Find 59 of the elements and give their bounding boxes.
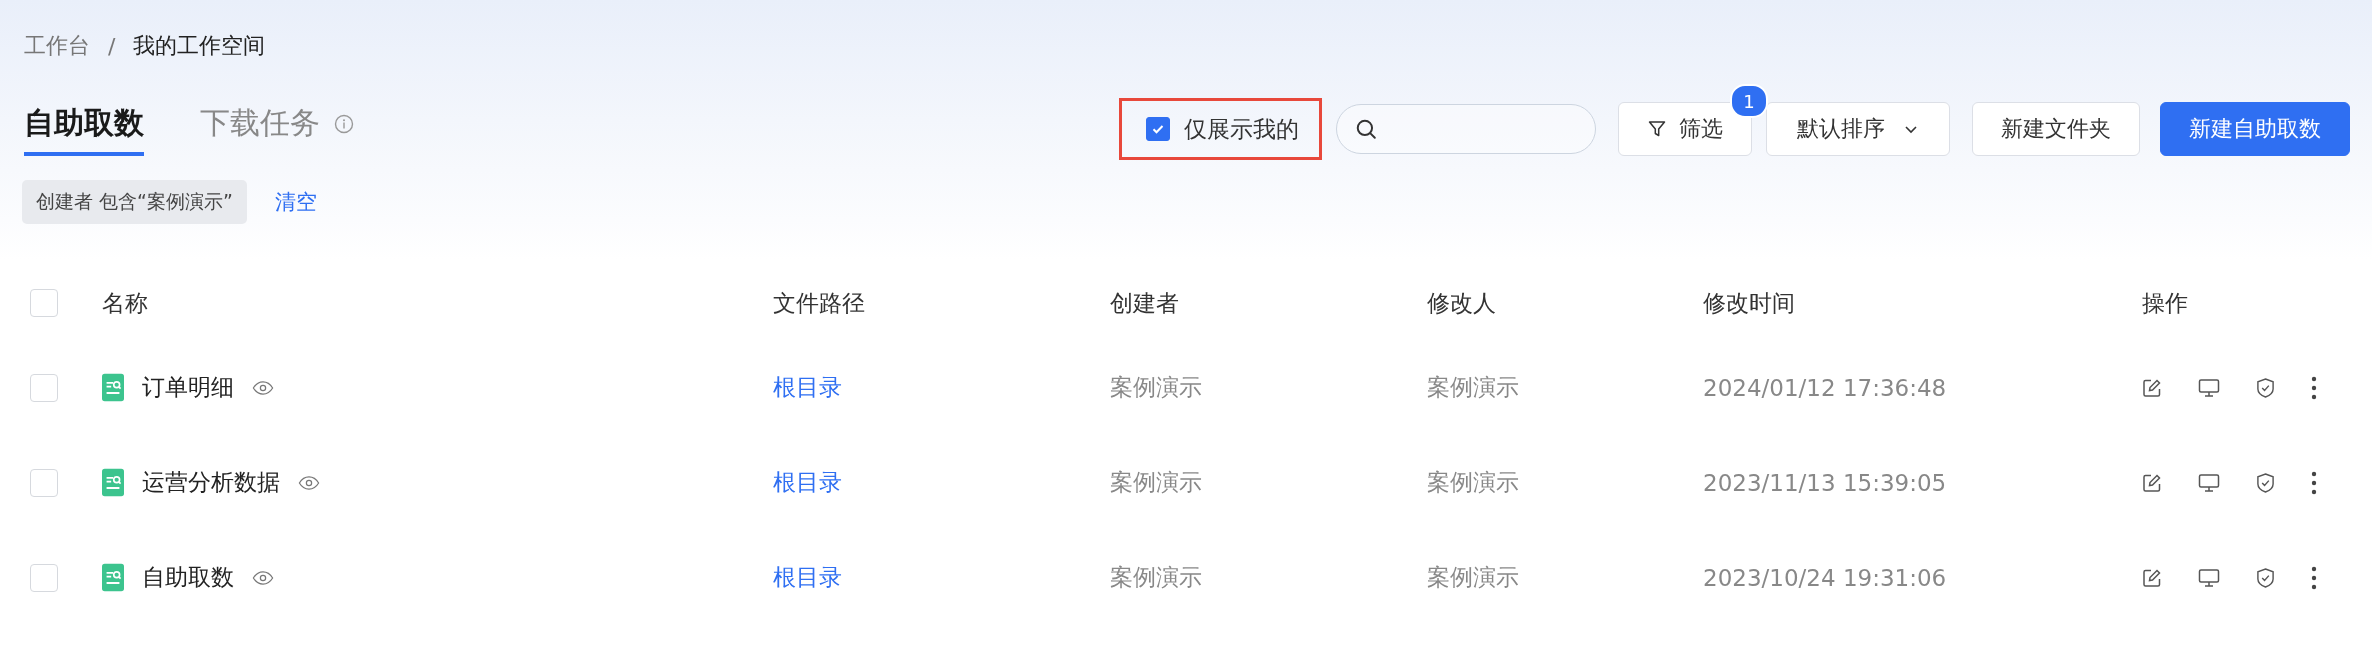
file-name[interactable]: 运营分析数据 bbox=[142, 467, 280, 498]
eye-icon[interactable] bbox=[252, 570, 274, 585]
shield-check-icon[interactable] bbox=[2256, 566, 2275, 589]
breadcrumb-separator: / bbox=[108, 33, 116, 59]
count-badge: 1 bbox=[1730, 84, 1768, 118]
more-icon[interactable] bbox=[2311, 565, 2317, 590]
table-cell: 2024/01/12 17:36:48 bbox=[1703, 374, 1947, 401]
path-link[interactable]: 根目录 bbox=[773, 469, 842, 495]
edit-icon[interactable] bbox=[2142, 567, 2162, 588]
column-header: 修改人 bbox=[1427, 289, 1496, 316]
filter-tag: 创建者 包含“案例演示” bbox=[22, 180, 247, 224]
more-icon[interactable] bbox=[2311, 470, 2317, 495]
clear-link[interactable]: 清空 bbox=[274, 188, 317, 216]
search-field[interactable] bbox=[1336, 104, 1596, 154]
eye-icon[interactable] bbox=[252, 380, 274, 395]
table-cell: 案例演示 bbox=[1110, 564, 1202, 590]
only-mine-checkbox[interactable]: 仅展示我的 bbox=[1119, 98, 1322, 160]
search-icon bbox=[1355, 118, 1377, 140]
shield-check-icon[interactable] bbox=[2256, 376, 2275, 399]
select-all-checkbox[interactable] bbox=[30, 289, 58, 317]
breadcrumb-item[interactable]: 工作台 bbox=[24, 31, 90, 61]
edit-icon[interactable] bbox=[2142, 377, 2162, 398]
path-link[interactable]: 根目录 bbox=[773, 564, 842, 590]
column-header: 创建者 bbox=[1110, 289, 1179, 316]
dataset-icon bbox=[102, 468, 124, 497]
row-checkbox[interactable] bbox=[30, 373, 58, 402]
monitor-icon[interactable] bbox=[2198, 377, 2220, 398]
info-icon[interactable] bbox=[334, 114, 354, 134]
monitor-icon[interactable] bbox=[2198, 472, 2220, 493]
more-icon[interactable] bbox=[2311, 375, 2317, 400]
eye-icon[interactable] bbox=[298, 475, 320, 490]
table-cell: 案例演示 bbox=[1427, 564, 1519, 590]
path-link[interactable]: 根目录 bbox=[773, 374, 842, 400]
table-cell: 2023/10/24 19:31:06 bbox=[1703, 564, 1947, 591]
file-name[interactable]: 订单明细 bbox=[142, 372, 234, 403]
row-checkbox[interactable] bbox=[30, 563, 58, 592]
table-cell: 2023/11/13 15:39:05 bbox=[1703, 469, 1947, 496]
dataset-icon bbox=[102, 563, 124, 592]
table-cell: 案例演示 bbox=[1427, 469, 1519, 495]
monitor-icon[interactable] bbox=[2198, 567, 2220, 588]
edit-icon[interactable] bbox=[2142, 472, 2162, 493]
column-header: 操作 bbox=[2142, 289, 2188, 316]
tab[interactable]: 自助取数 bbox=[24, 102, 144, 156]
new-folder-button[interactable]: 新建文件夹 bbox=[1972, 102, 2140, 156]
file-name[interactable]: 自助取数 bbox=[142, 562, 234, 593]
column-header: 文件路径 bbox=[773, 289, 865, 316]
table-cell: 案例演示 bbox=[1110, 469, 1202, 495]
shield-check-icon[interactable] bbox=[2256, 471, 2275, 494]
checkbox[interactable] bbox=[1146, 117, 1170, 141]
create-button[interactable]: 新建自助取数 bbox=[2160, 102, 2350, 156]
sort-dropdown[interactable]: 默认排序 bbox=[1766, 102, 1950, 156]
row-checkbox[interactable] bbox=[30, 468, 58, 497]
table-cell: 案例演示 bbox=[1427, 374, 1519, 400]
breadcrumb-item: 我的工作空间 bbox=[133, 32, 266, 60]
column-header: 修改时间 bbox=[1703, 289, 1795, 316]
table-cell: 案例演示 bbox=[1110, 374, 1202, 400]
funnel-icon bbox=[1647, 119, 1667, 139]
dataset-icon bbox=[102, 373, 124, 402]
column-header: 名称 bbox=[102, 289, 148, 316]
